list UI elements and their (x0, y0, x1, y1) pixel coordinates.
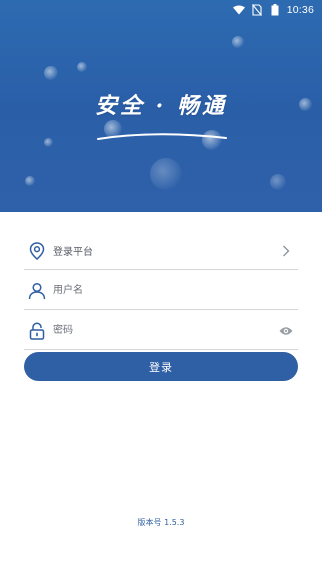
eye-icon[interactable] (278, 323, 294, 339)
slogan-swoosh (97, 133, 227, 140)
decor-bubble (44, 138, 53, 147)
version-label: 版本号 1.5.3 (137, 518, 185, 527)
hero-header: 10:36 安全 · 畅通 (0, 0, 322, 212)
status-bar: 10:36 (0, 0, 322, 20)
slogan-text: 安全 · 畅通 (95, 93, 227, 119)
password-field (24, 312, 298, 350)
decor-bubble (270, 174, 286, 190)
platform-select[interactable]: 登录平台 (24, 232, 298, 270)
lock-icon (27, 321, 47, 341)
password-input[interactable] (53, 320, 278, 341)
decor-bubble (44, 66, 58, 80)
login-form: 登录平台 (24, 232, 298, 350)
username-input[interactable] (53, 280, 298, 301)
slogan-wrap: 安全 · 畅通 (0, 88, 322, 120)
battery-icon (269, 4, 281, 16)
login-screen: 10:36 安全 · 畅通 登录平台 用户名 登录 版本号 1.5.3 (0, 0, 322, 571)
decor-bubble (150, 158, 182, 190)
decor-bubble (25, 176, 35, 186)
platform-label: 登录平台 (53, 247, 93, 258)
decor-bubble (77, 62, 87, 72)
location-pin-icon (27, 241, 47, 261)
no-sim-icon (251, 4, 263, 16)
login-button[interactable]: 登录 (24, 352, 298, 381)
user-icon (27, 281, 47, 301)
decor-bubble (232, 36, 244, 48)
wifi-icon (232, 4, 245, 16)
username-field (24, 272, 298, 310)
status-time: 10:36 (286, 4, 314, 16)
chevron-right-icon (278, 243, 294, 259)
